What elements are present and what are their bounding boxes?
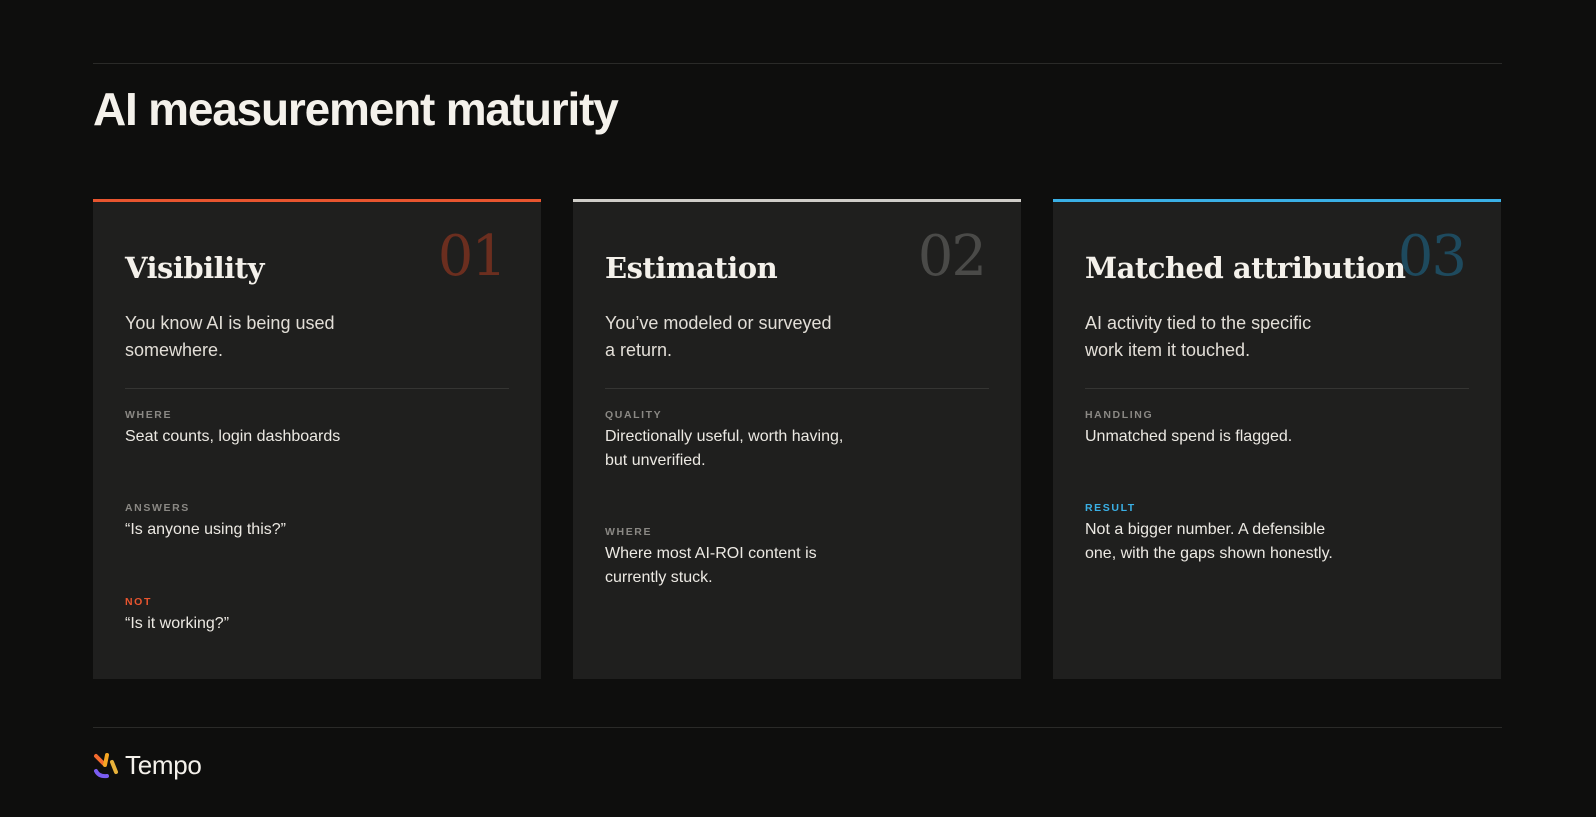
card-accent-bar xyxy=(93,199,541,202)
item-text: Where most AI-ROI content is currently s… xyxy=(605,545,817,586)
card-title: Visibility xyxy=(125,251,264,285)
item-label: QUALITY xyxy=(605,409,663,421)
item-label: NOT xyxy=(125,596,152,608)
card-description: AI activity tied to the specific work it… xyxy=(1085,313,1312,360)
card-matched-attribution: 03 Matched attribution AI activity tied … xyxy=(1053,199,1501,679)
maturity-cards: 01 Visibility You know AI is being used … xyxy=(93,199,1501,679)
card-title: Matched attribution xyxy=(1085,251,1406,285)
top-divider xyxy=(93,63,1502,64)
item-label: ANSWERS xyxy=(125,502,190,514)
card-visibility: 01 Visibility You know AI is being used … xyxy=(93,199,541,679)
card-divider xyxy=(1085,388,1469,389)
card-item-where: WHERE Seat counts, login dashboards xyxy=(125,408,385,449)
card-divider xyxy=(605,388,989,389)
brand-logo: Tempo xyxy=(93,750,202,781)
card-item-handling: HANDLING Unmatched spend is flagged. xyxy=(1085,408,1345,449)
card-item-result: RESULT Not a bigger number. A defensible… xyxy=(1085,501,1345,566)
card-divider xyxy=(125,388,509,389)
item-text: “Is anyone using this?” xyxy=(125,521,286,538)
card-accent-bar xyxy=(1053,199,1501,202)
bottom-divider xyxy=(93,727,1502,728)
card-description: You know AI is being used somewhere. xyxy=(125,313,335,360)
card-item-quality: QUALITY Directionally useful, worth havi… xyxy=(605,408,855,473)
tempo-logo-icon xyxy=(94,752,118,778)
item-text: Directionally useful, worth having, but … xyxy=(605,428,844,469)
item-text: Not a bigger number. A defensible one, w… xyxy=(1085,521,1333,562)
item-label: WHERE xyxy=(125,409,173,421)
card-item-not: NOT “Is it working?” xyxy=(125,595,385,636)
card-number: 02 xyxy=(917,224,987,289)
card-number: 03 xyxy=(1397,224,1467,289)
item-label: HANDLING xyxy=(1085,409,1154,421)
card-accent-bar xyxy=(573,199,1021,202)
item-text: “Is it working?” xyxy=(125,615,230,632)
card-item-answers: ANSWERS “Is anyone using this?” xyxy=(125,501,385,542)
card-estimation: 02 Estimation You’ve modeled or surveyed… xyxy=(573,199,1021,679)
brand-name: Tempo xyxy=(125,750,202,780)
item-label: RESULT xyxy=(1085,502,1136,514)
item-text: Unmatched spend is flagged. xyxy=(1085,428,1293,445)
card-item-where: WHERE Where most AI-ROI content is curre… xyxy=(605,525,835,590)
card-title: Estimation xyxy=(605,251,778,285)
card-description: You’ve modeled or surveyed a return. xyxy=(605,313,832,360)
item-label: WHERE xyxy=(605,526,653,538)
item-text: Seat counts, login dashboards xyxy=(125,428,341,445)
page-title: AI measurement maturity xyxy=(93,83,619,135)
card-number: 01 xyxy=(437,224,507,289)
